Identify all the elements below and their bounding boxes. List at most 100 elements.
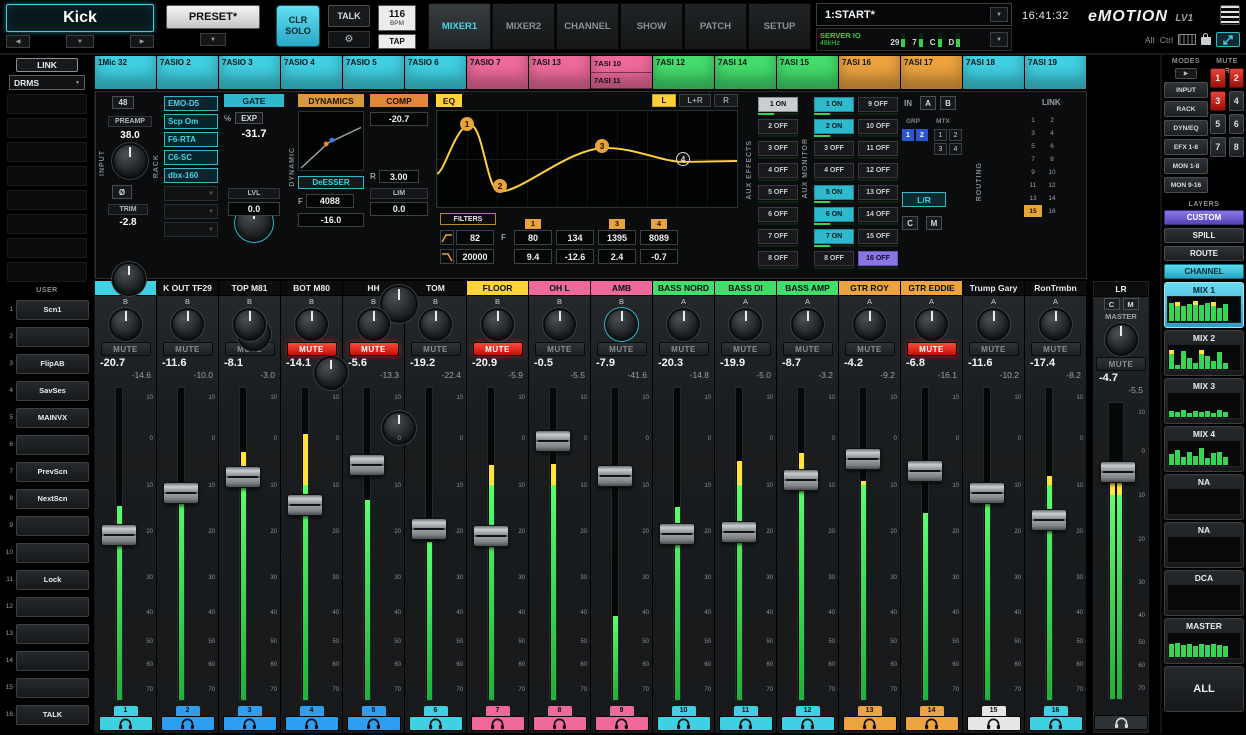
eq-band-1-gain[interactable]: 9.4 bbox=[514, 249, 552, 264]
bank-channel-10[interactable]: 7ASI 12 bbox=[653, 56, 714, 89]
channel-nameplate[interactable]: Trump Gary bbox=[963, 281, 1024, 296]
headphones-cue-button[interactable] bbox=[1029, 716, 1083, 731]
dynamics-graph[interactable] bbox=[298, 111, 364, 171]
bank-channel-15[interactable]: 7ASI 18 bbox=[963, 56, 1024, 89]
pan-knob[interactable] bbox=[359, 310, 388, 339]
eq-band-2-freq[interactable]: 134 bbox=[556, 230, 594, 245]
routing-number-16[interactable]: 16 bbox=[1043, 205, 1061, 217]
aux-send-11-off[interactable]: 11 OFF bbox=[858, 141, 898, 156]
bank-channel-1[interactable]: 1Mic 32 bbox=[95, 56, 156, 89]
aux-send-8-off[interactable]: 8 OFF bbox=[758, 251, 798, 266]
clear-solo-button[interactable]: CLR SOLO bbox=[276, 5, 320, 47]
user-slot-button[interactable] bbox=[16, 651, 89, 671]
fader-handle[interactable] bbox=[473, 525, 509, 547]
rack-slot-3[interactable]: F6-RTA bbox=[164, 132, 218, 147]
user-slot-button[interactable] bbox=[16, 516, 89, 536]
comp-ratio-value[interactable]: 3.00 bbox=[379, 170, 419, 183]
mute-group-5[interactable]: 5 bbox=[1210, 114, 1226, 134]
routing-number-2[interactable]: 2 bbox=[1043, 114, 1061, 126]
fader-handle[interactable] bbox=[597, 465, 633, 487]
headphones-cue-button[interactable] bbox=[781, 716, 835, 731]
expand-icon[interactable] bbox=[1216, 32, 1240, 47]
pan-knob[interactable] bbox=[545, 310, 574, 339]
talk-settings-button[interactable]: ⚙ bbox=[328, 31, 370, 48]
headphones-cue-button[interactable] bbox=[285, 716, 339, 731]
mix-button-mix-3[interactable]: MIX 3 bbox=[1164, 378, 1244, 424]
channel-nameplate[interactable]: FLOOR bbox=[467, 281, 528, 296]
fader-handle[interactable] bbox=[287, 494, 323, 516]
preamp-knob[interactable] bbox=[114, 145, 146, 177]
matrix-assign-3[interactable]: 3 bbox=[934, 143, 947, 155]
eq-band-tab-4[interactable]: 4 bbox=[651, 219, 667, 229]
eq-band-1-freq[interactable]: 80 bbox=[514, 230, 552, 245]
bank-channel-11[interactable]: 7ASI 14 bbox=[715, 56, 776, 89]
routing-number-13[interactable]: 13 bbox=[1024, 192, 1042, 204]
pan-knob[interactable] bbox=[483, 310, 512, 339]
user-slot-button[interactable] bbox=[16, 678, 89, 698]
comp-output-value[interactable]: 0.0 bbox=[370, 202, 428, 216]
headphones-cue-button[interactable] bbox=[719, 716, 773, 731]
tab-mixer1[interactable]: MIXER1 bbox=[428, 3, 491, 50]
pan-knob[interactable] bbox=[173, 310, 202, 339]
mute-button[interactable]: MUTE bbox=[969, 342, 1019, 356]
routing-number-8[interactable]: 8 bbox=[1043, 153, 1061, 165]
eq-band-4-freq[interactable]: 8089 bbox=[640, 230, 678, 245]
chevron-down-icon[interactable]: ▼ bbox=[990, 7, 1008, 22]
pan-knob[interactable] bbox=[297, 310, 326, 339]
mute-button[interactable]: MUTE bbox=[287, 342, 337, 356]
aux-send-2-on[interactable]: 2 ON bbox=[814, 119, 854, 134]
rack-slot-7[interactable]: ▼ bbox=[164, 204, 218, 219]
pan-knob[interactable] bbox=[979, 310, 1008, 339]
channel-nameplate[interactable]: RonTrmbn bbox=[1025, 281, 1086, 296]
headphones-cue-button[interactable] bbox=[967, 716, 1021, 731]
aux-send-12-off[interactable]: 12 OFF bbox=[858, 163, 898, 178]
bank-channel-8[interactable]: 7ASI 13 bbox=[529, 56, 590, 89]
aux-send-4-off[interactable]: 4 OFF bbox=[758, 163, 798, 178]
next-channel-button[interactable]: ▶ bbox=[130, 35, 154, 48]
master-nameplate[interactable]: LR bbox=[1094, 282, 1148, 297]
bank-channel-13[interactable]: 7ASI 16 bbox=[839, 56, 900, 89]
tap-tempo-button[interactable]: TAP bbox=[378, 34, 416, 49]
preset-button[interactable]: PRESET* bbox=[166, 5, 260, 29]
channel-view-button[interactable]: CHANNEL bbox=[1164, 264, 1244, 279]
routing-number-10[interactable]: 10 bbox=[1043, 166, 1061, 178]
bank-channel-6[interactable]: 7ASIO 6 bbox=[405, 56, 466, 89]
matrix-assign-2[interactable]: 2 bbox=[949, 129, 962, 141]
lpf-freq-value[interactable]: 20000 bbox=[456, 249, 494, 264]
modes-expand-button[interactable]: ▶ bbox=[1175, 68, 1197, 79]
aux-send-7-on[interactable]: 7 ON bbox=[814, 229, 854, 244]
route-button[interactable]: ROUTE bbox=[1164, 246, 1244, 261]
channel-nameplate[interactable]: TOM bbox=[405, 281, 466, 296]
eq-mode-left[interactable]: L bbox=[652, 94, 676, 107]
mute-button[interactable]: MUTE bbox=[845, 342, 895, 356]
pan-knob[interactable] bbox=[235, 310, 264, 339]
fader-handle[interactable] bbox=[969, 482, 1005, 504]
mix-button-mix-1[interactable]: MIX 1 bbox=[1164, 282, 1244, 328]
group-assign-1[interactable]: 1 bbox=[902, 129, 914, 141]
channel-nameplate[interactable]: BASS DI bbox=[715, 281, 776, 296]
pan-knob[interactable] bbox=[793, 310, 822, 339]
fader-handle[interactable] bbox=[659, 523, 695, 545]
aux-send-6-off[interactable]: 6 OFF bbox=[758, 207, 798, 222]
mode-efx18[interactable]: EFX 1-8 bbox=[1164, 139, 1208, 155]
user-slot-button[interactable]: NextScn bbox=[16, 489, 89, 509]
mute-button[interactable]: MUTE bbox=[163, 342, 213, 356]
eq-band-badge-4[interactable]: 4 bbox=[676, 152, 690, 166]
mute-group-7[interactable]: 7 bbox=[1210, 137, 1226, 157]
mono-routing-button[interactable]: M bbox=[926, 216, 942, 230]
bank-channel-3[interactable]: 7ASIO 3 bbox=[219, 56, 280, 89]
mix-button-mix-4[interactable]: MIX 4 bbox=[1164, 426, 1244, 472]
fader-handle[interactable] bbox=[783, 469, 819, 491]
bank-channel-7[interactable]: 7ASIO 7 bbox=[467, 56, 528, 89]
rack-slot-2[interactable]: Scp Om bbox=[164, 114, 218, 129]
mute-button[interactable]: MUTE bbox=[473, 342, 523, 356]
chevron-down-icon[interactable]: ▼ bbox=[990, 32, 1008, 47]
tab-mixer2[interactable]: MIXER2 bbox=[492, 3, 555, 50]
headphones-cue-button[interactable] bbox=[99, 716, 153, 731]
fader-handle[interactable] bbox=[907, 460, 943, 482]
mute-button[interactable]: MUTE bbox=[659, 342, 709, 356]
mode-rack[interactable]: RACK bbox=[1164, 101, 1208, 117]
aux-send-14-off[interactable]: 14 OFF bbox=[858, 207, 898, 222]
fader-handle[interactable] bbox=[1031, 509, 1067, 531]
headphones-cue-button[interactable] bbox=[471, 716, 525, 731]
